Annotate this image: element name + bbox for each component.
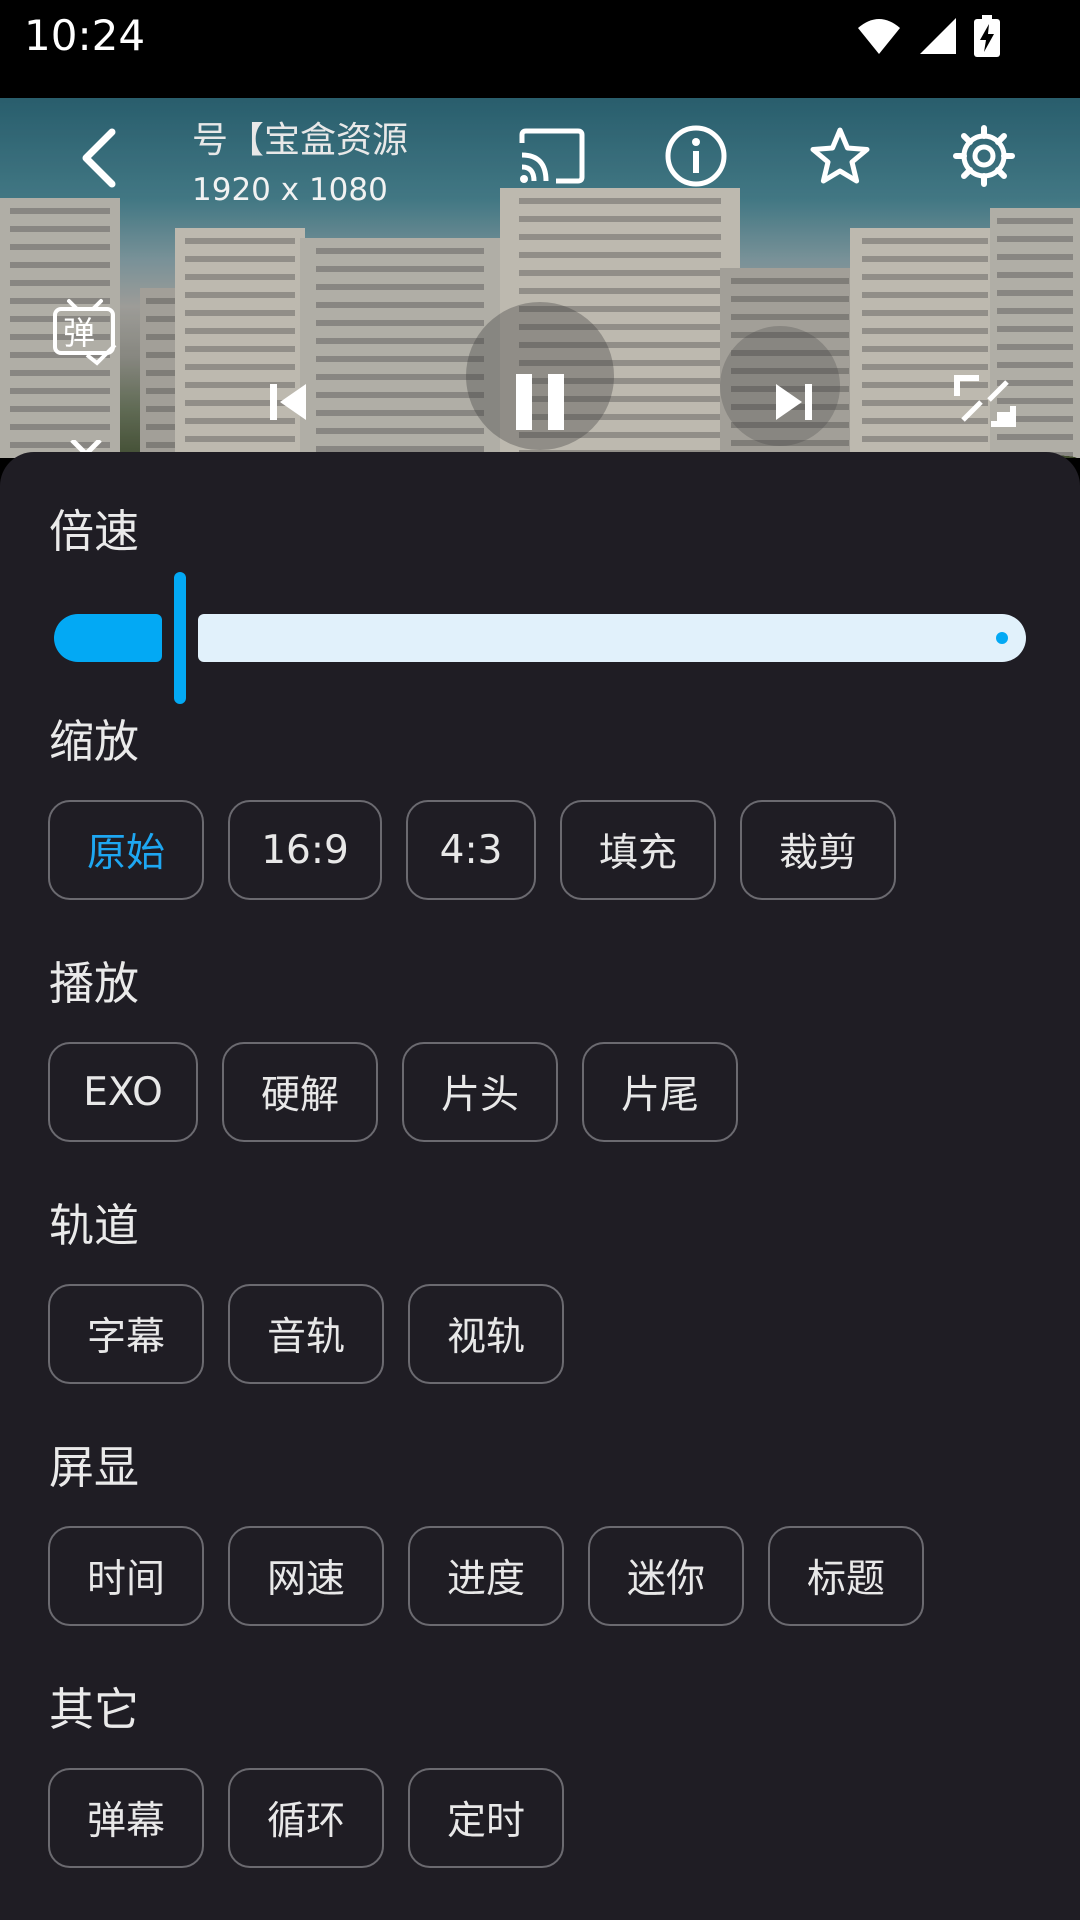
pause-button[interactable] xyxy=(508,370,572,434)
playback-option-exo[interactable]: EXO xyxy=(48,1042,198,1142)
speed-label: 倍速 xyxy=(49,505,140,558)
playback-label: 播放 xyxy=(49,957,140,1010)
settings-sheet xyxy=(0,452,1080,1920)
fullscreen-button[interactable] xyxy=(950,370,1020,432)
video-title: 号【宝盒资源 xyxy=(192,120,409,161)
status-icons xyxy=(856,14,1000,58)
cast-button[interactable] xyxy=(512,122,590,190)
favorite-button[interactable] xyxy=(804,120,876,192)
scale-label: 缩放 xyxy=(49,715,140,768)
info-icon xyxy=(665,125,727,187)
playback-options: EXO 硬解 片头 片尾 xyxy=(48,1042,738,1142)
display-options: 时间 网速 进度 迷你 标题 xyxy=(48,1526,924,1626)
display-option-title[interactable]: 标题 xyxy=(768,1526,924,1626)
other-options: 弹幕 循环 定时 xyxy=(48,1768,564,1868)
skip-next-icon xyxy=(776,384,812,420)
signal-icon xyxy=(920,18,956,54)
star-icon xyxy=(810,127,870,184)
previous-button[interactable] xyxy=(262,376,314,428)
gear-icon xyxy=(953,125,1015,187)
next-button[interactable] xyxy=(768,376,820,428)
slider-end-dot xyxy=(996,632,1008,644)
pause-icon xyxy=(516,374,564,430)
other-option-danmaku[interactable]: 弹幕 xyxy=(48,1768,204,1868)
display-option-net-speed[interactable]: 网速 xyxy=(228,1526,384,1626)
scale-option-original[interactable]: 原始 xyxy=(48,800,204,900)
playback-option-skip-intro[interactable]: 片头 xyxy=(402,1042,558,1142)
slider-inactive-track xyxy=(198,614,1026,662)
other-option-loop[interactable]: 循环 xyxy=(228,1768,384,1868)
other-label: 其它 xyxy=(49,1683,140,1736)
display-option-time[interactable]: 时间 xyxy=(48,1526,204,1626)
other-option-timer[interactable]: 定时 xyxy=(408,1768,564,1868)
video-resolution: 1920 x 1080 xyxy=(192,172,388,208)
danmaku-button[interactable]: 弹 xyxy=(50,296,122,368)
display-option-mini[interactable]: 迷你 xyxy=(588,1526,744,1626)
playback-option-hw-decode[interactable]: 硬解 xyxy=(222,1042,378,1142)
status-bar: 10:24 xyxy=(0,0,1080,98)
back-arrow-icon xyxy=(82,128,116,188)
display-label: 屏显 xyxy=(49,1441,140,1494)
track-option-subtitle[interactable]: 字幕 xyxy=(48,1284,204,1384)
wifi-icon xyxy=(858,19,900,54)
scale-option-crop[interactable]: 裁剪 xyxy=(740,800,896,900)
track-option-audio[interactable]: 音轨 xyxy=(228,1284,384,1384)
status-time: 10:24 xyxy=(24,11,146,60)
scale-option-4-3[interactable]: 4:3 xyxy=(406,800,536,900)
track-option-video[interactable]: 视轨 xyxy=(408,1284,564,1384)
track-options: 字幕 音轨 视轨 xyxy=(48,1284,564,1384)
scale-option-fill[interactable]: 填充 xyxy=(560,800,716,900)
slider-thumb[interactable] xyxy=(174,572,186,704)
svg-text:弹: 弹 xyxy=(63,314,95,352)
slider-active-track xyxy=(54,614,162,662)
skip-previous-icon xyxy=(270,384,306,420)
danmaku-icon: 弹 xyxy=(53,299,117,366)
battery-charging-icon xyxy=(974,15,1000,57)
fullscreen-exit-icon xyxy=(954,375,1016,427)
playback-option-skip-outro[interactable]: 片尾 xyxy=(582,1042,738,1142)
scale-options: 原始 16:9 4:3 填充 裁剪 xyxy=(48,800,896,900)
info-button[interactable] xyxy=(660,120,732,192)
settings-button[interactable] xyxy=(948,120,1020,192)
track-label: 轨道 xyxy=(49,1199,140,1252)
cast-icon xyxy=(519,128,585,184)
scale-option-16-9[interactable]: 16:9 xyxy=(228,800,382,900)
display-option-progress[interactable]: 进度 xyxy=(408,1526,564,1626)
back-button[interactable] xyxy=(66,120,130,196)
